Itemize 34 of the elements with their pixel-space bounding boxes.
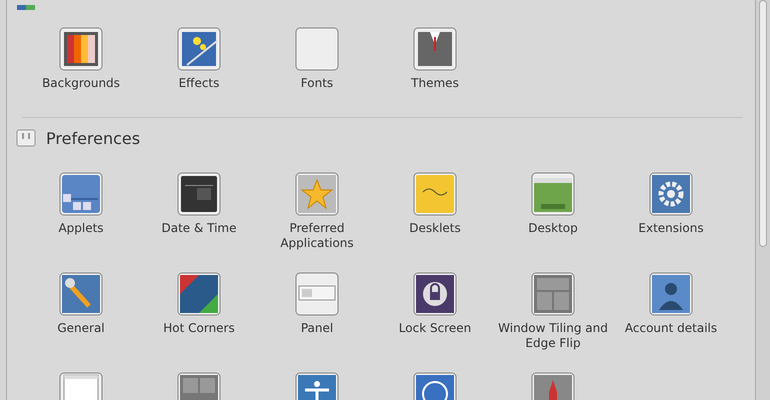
settings-launcher[interactable]: Hot Corners — [140, 272, 258, 372]
panel-bar-icon — [295, 272, 339, 316]
wrench-icon — [59, 272, 103, 316]
tiles-icon — [531, 272, 575, 316]
stripes-icon — [59, 27, 103, 71]
person-icon — [649, 272, 693, 316]
calendar-icon — [177, 172, 221, 216]
gear-icon — [649, 172, 693, 216]
settings-launcher[interactable]: General — [22, 272, 140, 372]
settings-launcher[interactable]: Panel — [258, 272, 376, 372]
suit-icon — [413, 27, 457, 71]
scrollbar[interactable] — [756, 0, 770, 400]
settings-launcher[interactable]: Fonts — [258, 27, 376, 122]
settings-launcher[interactable]: Desktop — [494, 172, 612, 272]
settings-launcher[interactable]: Date & Time — [140, 172, 258, 272]
settings-launcher[interactable]: Window Tiling and Edge Flip — [494, 272, 612, 372]
settings-launcher[interactable]: Backgrounds — [22, 27, 140, 122]
section-icon — [16, 129, 36, 147]
settings-launcher[interactable]: Themes — [376, 27, 494, 122]
settings-launcher[interactable]: Preferred Applications — [258, 172, 376, 272]
settings-launcher[interactable]: Effects — [140, 27, 258, 122]
settings-launcher[interactable]: Account details — [612, 272, 730, 372]
desktop-icon — [531, 172, 575, 216]
note-icon — [413, 172, 457, 216]
settings-launcher[interactable]: Lock Screen — [376, 272, 494, 372]
settings-launcher[interactable]: Extensions — [612, 172, 730, 272]
magic-wand-icon — [177, 27, 221, 71]
star-icon — [295, 172, 339, 216]
padlock-icon — [413, 272, 457, 316]
panel-icon — [59, 172, 103, 216]
settings-launcher[interactable]: Applets — [22, 172, 140, 272]
settings-launcher[interactable]: Desklets — [376, 172, 494, 272]
corners-icon — [177, 272, 221, 316]
section-title: Preferences — [46, 128, 140, 148]
